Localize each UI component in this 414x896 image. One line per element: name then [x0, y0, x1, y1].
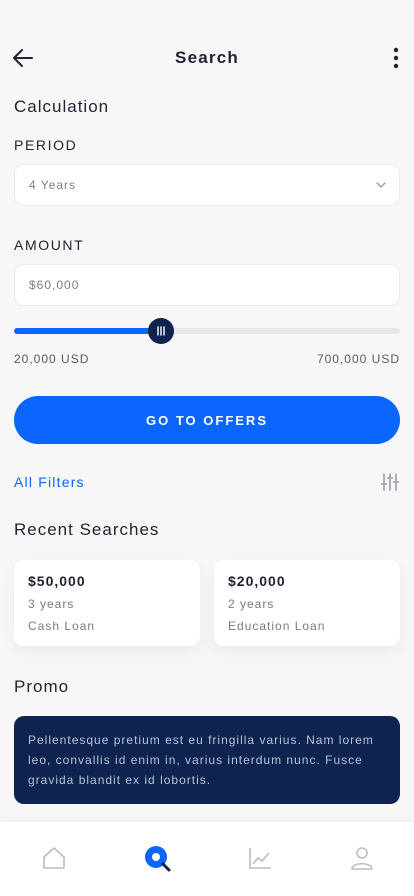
- recent-search-period: 3 years: [28, 597, 75, 611]
- period-select[interactable]: 4 Years: [14, 164, 400, 206]
- amount-input-value: $60,000: [29, 278, 80, 292]
- slider-max-label: 700,000 USD: [316, 352, 400, 366]
- recent-search-period: 2 years: [228, 597, 275, 611]
- slider-thumb[interactable]: [148, 318, 174, 344]
- profile-icon[interactable]: [348, 844, 376, 872]
- all-filters-link[interactable]: All Filters: [14, 474, 85, 490]
- recent-search-amount: $20,000: [228, 573, 286, 589]
- search-icon[interactable]: [143, 844, 171, 872]
- calculation-heading: Calculation: [14, 97, 110, 116]
- grip-lines-icon: [157, 326, 165, 336]
- home-icon[interactable]: [40, 844, 68, 872]
- amount-label: AMOUNT: [14, 237, 85, 253]
- more-options-button[interactable]: [386, 44, 406, 72]
- recent-search-type: Education Loan: [228, 619, 326, 633]
- recent-search-amount: $50,000: [28, 573, 86, 589]
- page-title: Search: [175, 48, 239, 67]
- bottom-tab-bar: [0, 822, 414, 896]
- period-select-value: 4 Years: [29, 178, 77, 192]
- chevron-down-icon: [376, 182, 386, 188]
- recent-search-type: Cash Loan: [28, 619, 96, 633]
- slider-min-label: 20,000 USD: [14, 352, 90, 366]
- chart-icon[interactable]: [246, 844, 274, 872]
- recent-searches-heading: Recent Searches: [14, 520, 160, 539]
- period-label: PERIOD: [14, 137, 78, 153]
- recent-search-card[interactable]: $20,000 2 years Education Loan: [214, 560, 400, 646]
- top-bar: Search: [0, 36, 414, 80]
- amount-slider[interactable]: [14, 318, 400, 344]
- promo-text: Pellentesque pretium est eu fringilla va…: [28, 733, 374, 787]
- sliders-icon[interactable]: [380, 472, 400, 492]
- recent-search-card[interactable]: $50,000 3 years Cash Loan: [14, 560, 200, 646]
- slider-fill: [14, 328, 161, 334]
- vertical-dots-icon: [393, 47, 399, 69]
- promo-banner[interactable]: Pellentesque pretium est eu fringilla va…: [14, 716, 400, 804]
- promo-heading: Promo: [14, 677, 70, 696]
- go-to-offers-button[interactable]: GO TO OFFERS: [14, 396, 400, 444]
- amount-input[interactable]: $60,000: [14, 264, 400, 306]
